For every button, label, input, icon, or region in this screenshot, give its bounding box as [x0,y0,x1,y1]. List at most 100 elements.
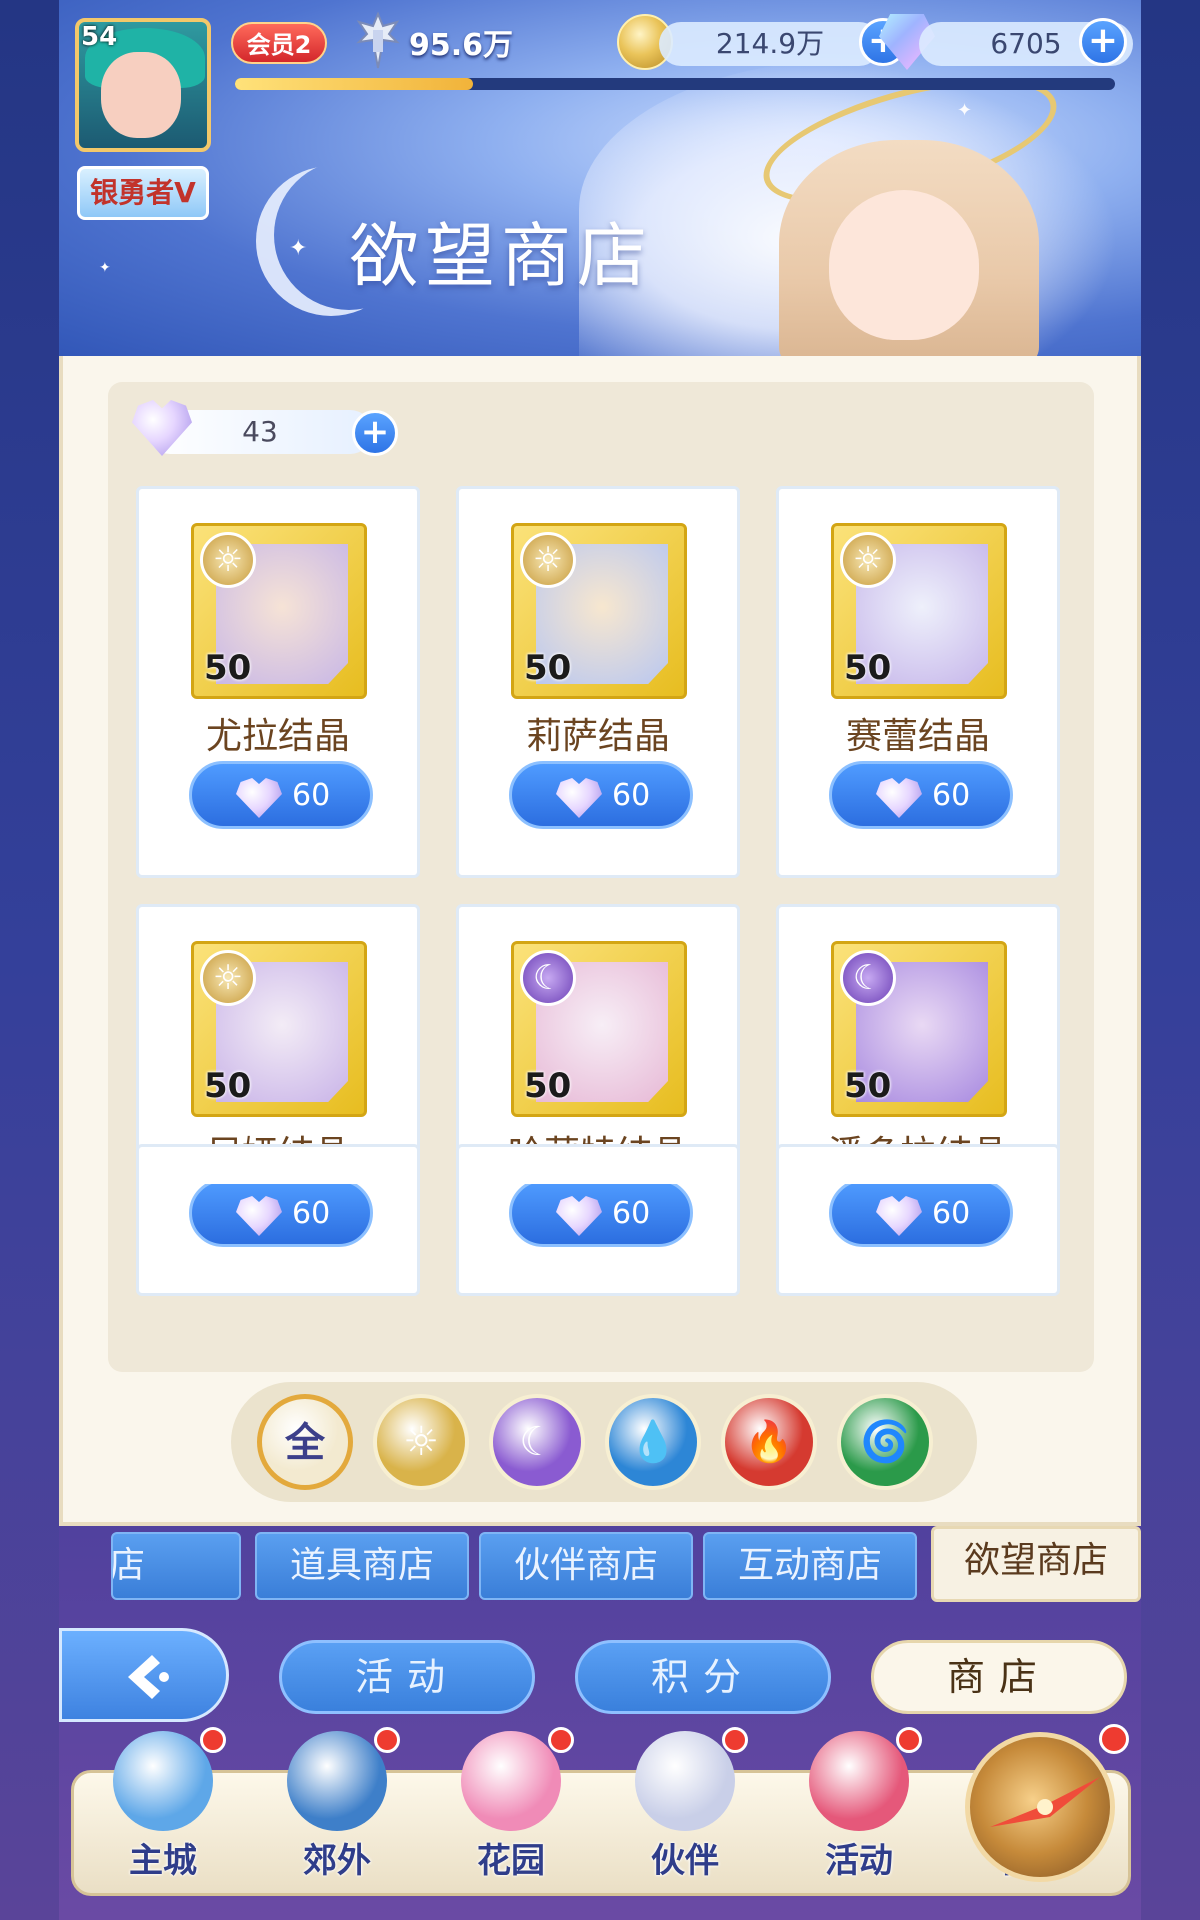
avatar-face [101,52,181,138]
item-name: 赛蕾结晶 [845,716,990,757]
filter-wind-button[interactable]: 🌀 [837,1394,933,1490]
game-frame: ✦ ✦ ✦ 欲望商店 54 银勇者V 会员2 95.6万 214.9万 + 67… [59,0,1141,1920]
sub-navigation: 活动 积分 商店 [59,1620,1141,1730]
tab-shop[interactable]: 商店 [111,1532,241,1600]
item-portrait: ☼ 50 [511,523,687,699]
item-name: 莉萨结晶 [525,716,670,757]
tab-partner-shop[interactable]: 伙伴商店 [479,1532,693,1600]
notification-dot [1099,1724,1129,1754]
buy-button[interactable]: 60 [509,1179,693,1247]
moon-filter-icon: ☾ [519,1419,555,1465]
gold-amount: 214.9万 [659,22,881,66]
heart-currency-icon [236,1196,282,1236]
item-price: 60 [932,1196,971,1231]
heart-currency-icon [556,778,602,818]
filter-all-label: 全 [285,1420,325,1466]
tab-label: 商店 [111,1545,146,1586]
item-price: 60 [932,778,971,813]
item-card[interactable]: ☾50哈莉特结晶60 [456,904,740,1296]
vip-badge[interactable]: 会员2 [231,22,327,64]
buy-button[interactable]: 60 [509,761,693,829]
item-card[interactable]: ☼ 50 莉萨结晶 60 [456,486,740,878]
filter-dark-button[interactable]: ☾ [489,1394,585,1490]
item-quantity: 50 [844,1066,892,1106]
partner-portrait-icon [635,1731,735,1831]
left-side-decoration [0,0,59,1920]
compass-needle-icon [990,1777,1100,1827]
nav-partner[interactable]: 伙伴 [610,1727,760,1891]
tab-desire-shop[interactable]: 欲望商店 [931,1526,1141,1602]
item-price: 60 [292,778,331,813]
moon-element-icon: ☾ [840,950,896,1006]
adventure-compass-icon[interactable] [965,1732,1115,1882]
item-card[interactable]: ☼ 50 尤拉结晶 60 [136,486,420,878]
notification-dot [548,1727,574,1753]
buy-button[interactable]: 60 [189,1179,373,1247]
rank-badge[interactable]: 银勇者V [77,166,209,220]
element-filter-bar: 全 ☼ ☾ 💧 🔥 🌀 [231,1382,977,1502]
filter-water-button[interactable]: 💧 [605,1394,701,1490]
sun-element-icon: ☼ [520,532,576,588]
right-side-decoration [1141,0,1200,1920]
exp-bar-fill [235,78,473,90]
item-quantity: 50 [204,648,252,688]
back-arrow-button[interactable] [59,1628,229,1722]
item-portrait: ☾ 50 [831,941,1007,1117]
nav-label: 花园 [477,1841,545,1881]
item-name: 尤拉结晶 [205,716,350,757]
notification-dot [896,1727,922,1753]
add-heart-button[interactable]: + [352,410,398,456]
magic-circle-icon [287,1731,387,1831]
sun-element-icon: ☼ [200,532,256,588]
item-quantity: 50 [524,648,572,688]
shop-tab-button[interactable]: 商店 [871,1640,1127,1714]
item-card-partial[interactable] [136,1144,420,1184]
buy-button[interactable]: 60 [189,761,373,829]
item-card[interactable]: ☼ 50 赛蕾结晶 60 [776,486,1060,878]
nav-label: 活动 [825,1841,893,1881]
wind-filter-icon: 🌀 [860,1419,910,1465]
item-price: 60 [292,1196,331,1231]
item-card-partial[interactable] [776,1144,1060,1184]
heart-currency-icon [556,1196,602,1236]
shop-title: 欲望商店 [349,215,653,297]
tab-item-shop[interactable]: 道具商店 [255,1532,469,1600]
player-level: 54 [81,22,118,52]
nav-main-city[interactable]: 主城 [88,1727,238,1891]
notification-dot [722,1727,748,1753]
nav-label: 主城 [129,1841,197,1881]
item-portrait: ☾ 50 [511,941,687,1117]
filter-fire-button[interactable]: 🔥 [721,1394,817,1490]
item-card[interactable]: ☼50尼娅结晶60 [136,904,420,1296]
character-face-art [829,190,979,340]
item-price: 60 [612,1196,651,1231]
exp-bar [235,78,1115,90]
moon-element-icon: ☾ [520,950,576,1006]
nav-label: 伙伴 [651,1841,719,1881]
activity-tab-button[interactable]: 活动 [279,1640,535,1714]
fire-filter-icon: 🔥 [744,1419,794,1465]
nav-outskirts[interactable]: 郊外 [262,1727,412,1891]
sword-shield-icon [356,12,400,69]
tab-interaction-shop[interactable]: 互动商店 [703,1532,917,1600]
nav-label: 郊外 [303,1841,371,1881]
points-tab-button[interactable]: 积分 [575,1640,831,1714]
add-gem-button[interactable]: + [1079,18,1127,66]
filter-all-button[interactable]: 全 [257,1394,353,1490]
nav-activity[interactable]: 活动 [784,1727,934,1891]
shop-banner: ✦ ✦ ✦ 欲望商店 54 银勇者V 会员2 95.6万 214.9万 + 67… [59,0,1141,356]
shop-inner-panel: 43 + ☼50尤拉结晶60☼50莉萨结晶60☼50赛蕾结晶60☼50尼娅结晶6… [108,382,1094,1372]
gift-box-icon [809,1731,909,1831]
heart-currency-icon [876,778,922,818]
notification-dot [374,1727,400,1753]
nav-garden[interactable]: 花园 [436,1727,586,1891]
item-card[interactable]: ☾50潘多拉结晶60 [776,904,1060,1296]
heart-currency-icon [236,778,282,818]
buy-button[interactable]: 60 [829,761,1013,829]
filter-light-button[interactable]: ☼ [373,1394,469,1490]
sun-filter-icon: ☼ [403,1419,439,1465]
item-card-partial[interactable] [456,1144,740,1184]
item-quantity: 50 [844,648,892,688]
castle-icon [113,1731,213,1831]
buy-button[interactable]: 60 [829,1179,1013,1247]
